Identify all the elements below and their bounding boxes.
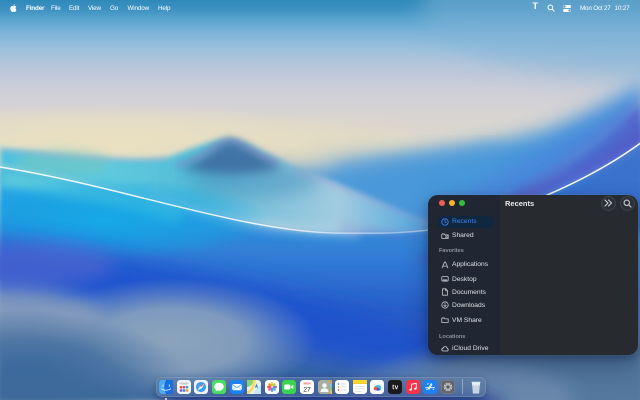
svg-text:MON: MON [304, 381, 311, 385]
svg-text:27: 27 [303, 386, 311, 393]
